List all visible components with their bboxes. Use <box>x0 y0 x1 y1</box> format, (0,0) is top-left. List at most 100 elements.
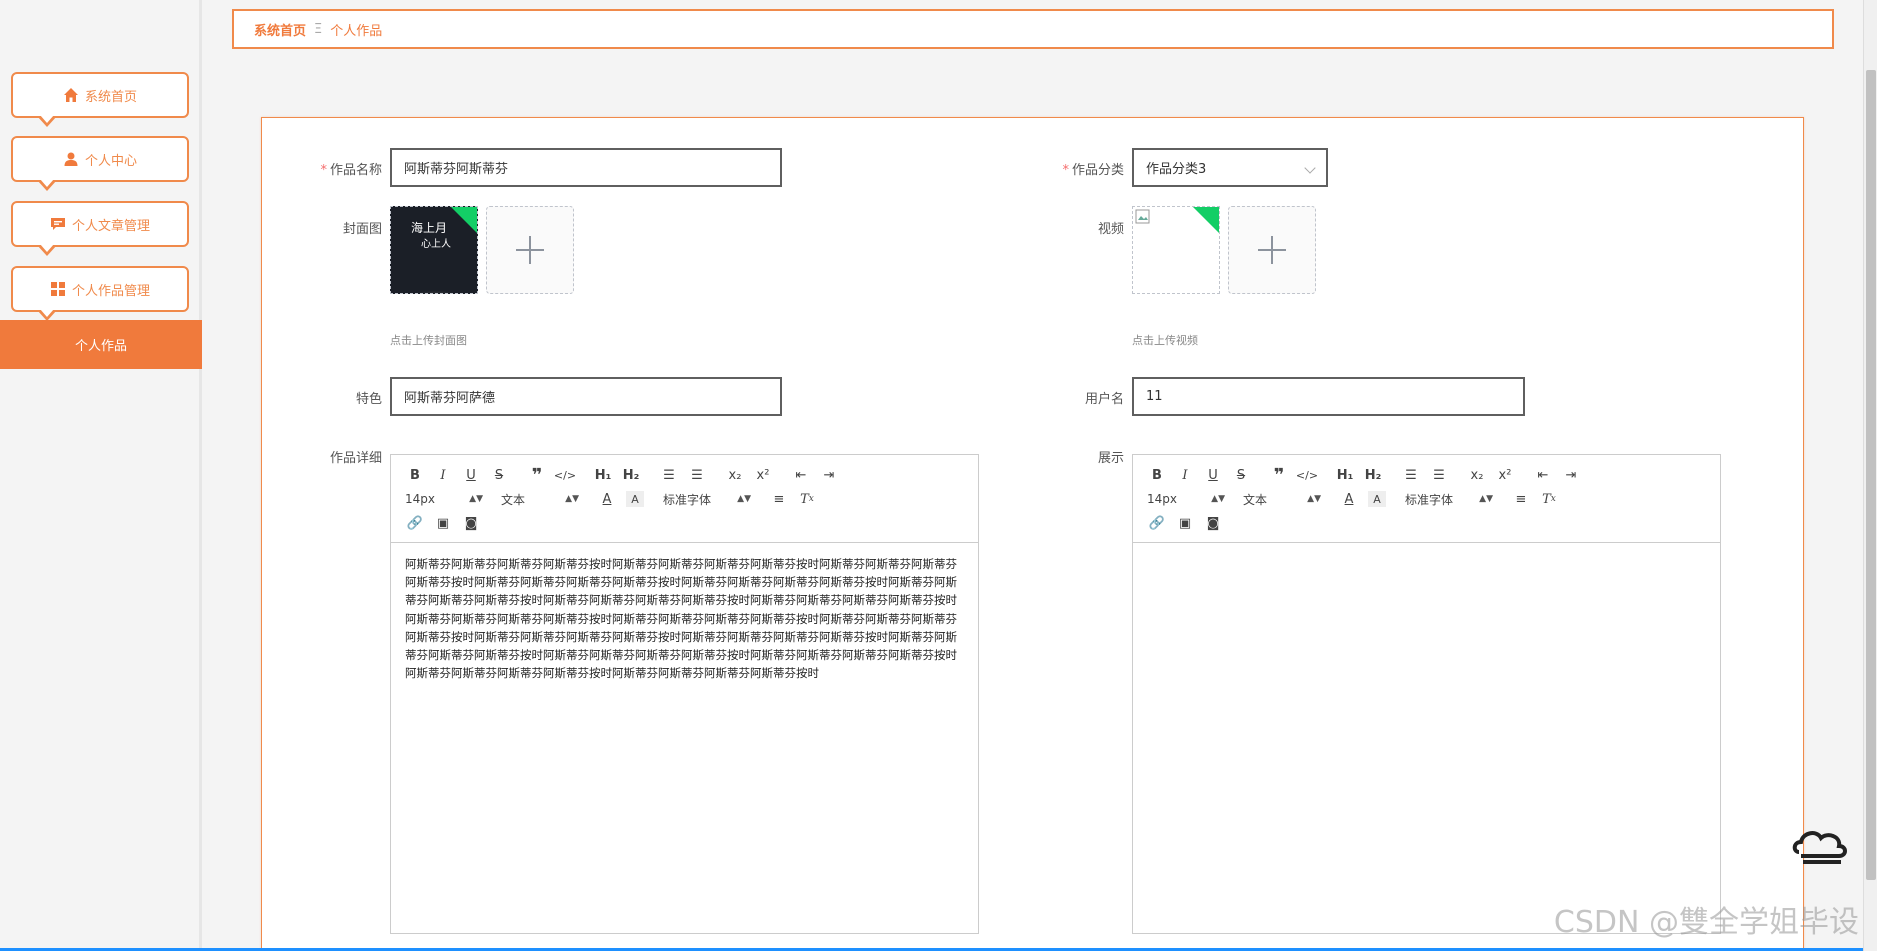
quote-icon[interactable]: ❞ <box>523 463 551 487</box>
header-select[interactable]: 文本 ▲▼ <box>497 491 583 508</box>
success-badge <box>451 207 477 233</box>
category-label: * 作品分类 <box>1062 163 1124 178</box>
quote-icon[interactable]: ❞ <box>1265 463 1293 487</box>
bullet-list-icon[interactable]: ☰ <box>683 463 711 487</box>
header-select[interactable]: 文本 ▲▼ <box>1239 491 1325 508</box>
strike-button[interactable]: S <box>1227 463 1255 487</box>
detail-editor[interactable]: B I U S ❞ </> H₁ H₂ ☰ ☰ x₂ x² ⇤ ⇥ 14px ▲… <box>390 454 979 934</box>
editor-toolbar: B I U S ❞ </> H₁ H₂ ☰ ☰ x₂ x² ⇤ ⇥ 14px ▲… <box>1133 455 1720 543</box>
cover-thumbnail[interactable]: 海上月 心上人 <box>390 206 478 294</box>
ordered-list-icon[interactable]: ☰ <box>655 463 683 487</box>
updown-icon: ▲▼ <box>1211 494 1225 504</box>
cover-label: 封面图 <box>342 222 382 237</box>
video-upload-button[interactable] <box>1228 206 1316 294</box>
username-input[interactable]: 11 <box>1132 377 1525 416</box>
chat-icon <box>50 218 65 230</box>
sidebar-item-label: 个人中心 <box>84 153 137 169</box>
cover-subtitle: 心上人 <box>421 239 451 250</box>
sidebar-item-home[interactable]: 系统首页 <box>11 72 189 127</box>
video-thumbnail[interactable] <box>1132 206 1220 294</box>
plus-icon <box>516 236 544 264</box>
display-label: 展示 <box>1097 451 1124 466</box>
superscript-button[interactable]: x² <box>1491 463 1519 487</box>
detail-editor-content[interactable]: 阿斯蒂芬阿斯蒂芬阿斯蒂芬阿斯蒂芬按时阿斯蒂芬阿斯蒂芬阿斯蒂芬阿斯蒂芬按时阿斯蒂芬… <box>391 543 978 933</box>
watermark: CSDN @雙全学姐毕设 <box>1553 905 1859 940</box>
name-label: * 作品名称 <box>320 163 382 178</box>
success-badge <box>1193 207 1219 233</box>
bullet-list-icon[interactable]: ☰ <box>1425 463 1453 487</box>
username-label: 用户名 <box>1084 392 1124 407</box>
home-icon <box>63 88 78 102</box>
video-upload-tip: 点击上传视频 <box>1132 334 1198 347</box>
editor-toolbar: B I U S ❞ </> H₁ H₂ ☰ ☰ x₂ x² ⇤ ⇥ 14px ▲… <box>391 455 978 543</box>
grid-icon <box>50 282 65 296</box>
align-icon[interactable]: ≡ <box>1507 487 1535 511</box>
font-family-select[interactable]: 标准字体 ▲▼ <box>659 491 755 508</box>
cloud-icon[interactable] <box>1791 822 1851 868</box>
font-color-icon[interactable]: A <box>1335 487 1363 511</box>
sidebar-item-label: 个人文章管理 <box>71 218 150 234</box>
link-icon[interactable]: 🔗 <box>1143 511 1171 535</box>
subscript-button[interactable]: x₂ <box>1463 463 1491 487</box>
sidebar-item-works[interactable]: 个人作品管理 <box>11 266 189 321</box>
background-color-icon[interactable]: A <box>1368 491 1386 507</box>
category-select[interactable]: 作品分类3 <box>1132 148 1328 187</box>
breadcrumb-current: 个人作品 <box>330 23 383 39</box>
updown-icon: ▲▼ <box>1307 494 1321 504</box>
superscript-button[interactable]: x² <box>749 463 777 487</box>
sidebar-item-articles[interactable]: 个人文章管理 <box>11 201 189 256</box>
outdent-icon[interactable]: ⇤ <box>787 463 815 487</box>
code-icon[interactable]: </> <box>1293 463 1321 487</box>
updown-icon: ▲▼ <box>737 494 751 504</box>
page-scrollbar[interactable] <box>1863 0 1877 951</box>
feature-label: 特色 <box>355 392 382 407</box>
bold-button[interactable]: B <box>401 463 429 487</box>
underline-button[interactable]: U <box>457 463 485 487</box>
h2-button[interactable]: H₂ <box>1359 463 1387 487</box>
sidebar-item-profile[interactable]: 个人中心 <box>11 136 189 191</box>
cover-upload-tip: 点击上传封面图 <box>390 334 467 347</box>
italic-button[interactable]: I <box>1171 463 1199 487</box>
bold-button[interactable]: B <box>1143 463 1171 487</box>
sidebar: 系统首页 个人中心 个人文章管理 个人作品管理 个人作品 <box>0 0 202 951</box>
underline-button[interactable]: U <box>1199 463 1227 487</box>
subscript-button[interactable]: x₂ <box>721 463 749 487</box>
image-icon[interactable]: ▣ <box>1171 511 1199 535</box>
display-editor-content[interactable] <box>1133 543 1720 933</box>
background-color-icon[interactable]: A <box>626 491 644 507</box>
form-panel: * 作品名称 阿斯蒂芬阿斯蒂芬 * 作品分类 作品分类3 封面图 海上月 心上人 点… <box>261 117 1804 951</box>
sidebar-item-my-works[interactable]: 个人作品 <box>0 320 202 369</box>
link-icon[interactable]: 🔗 <box>401 511 429 535</box>
detail-label: 作品详细 <box>329 451 382 466</box>
indent-icon[interactable]: ⇥ <box>1557 463 1585 487</box>
broken-image-icon <box>1135 209 1150 224</box>
clear-format-icon[interactable]: Tx <box>793 487 821 511</box>
clear-format-icon[interactable]: Tx <box>1535 487 1563 511</box>
h1-button[interactable]: H₁ <box>589 463 617 487</box>
feature-input[interactable]: 阿斯蒂芬阿萨德 <box>390 377 782 416</box>
cover-title: 海上月 <box>411 221 448 235</box>
breadcrumb-home[interactable]: 系统首页 <box>254 20 306 39</box>
video-icon[interactable]: ◙ <box>1199 511 1227 535</box>
indent-icon[interactable]: ⇥ <box>815 463 843 487</box>
h2-button[interactable]: H₂ <box>617 463 645 487</box>
image-icon[interactable]: ▣ <box>429 511 457 535</box>
font-size-select[interactable]: 14px ▲▼ <box>1143 492 1229 506</box>
italic-button[interactable]: I <box>429 463 457 487</box>
name-input[interactable]: 阿斯蒂芬阿斯蒂芬 <box>390 148 782 187</box>
video-icon[interactable]: ◙ <box>457 511 485 535</box>
font-family-select[interactable]: 标准字体 ▲▼ <box>1401 491 1497 508</box>
align-icon[interactable]: ≡ <box>765 487 793 511</box>
code-icon[interactable]: </> <box>551 463 579 487</box>
ordered-list-icon[interactable]: ☰ <box>1397 463 1425 487</box>
font-color-icon[interactable]: A <box>593 487 621 511</box>
video-label: 视频 <box>1097 222 1124 237</box>
outdent-icon[interactable]: ⇤ <box>1529 463 1557 487</box>
updown-icon: ▲▼ <box>565 494 579 504</box>
h1-button[interactable]: H₁ <box>1331 463 1359 487</box>
scrollbar-thumb[interactable] <box>1866 70 1876 880</box>
display-editor[interactable]: B I U S ❞ </> H₁ H₂ ☰ ☰ x₂ x² ⇤ ⇥ 14px ▲… <box>1132 454 1721 934</box>
strike-button[interactable]: S <box>485 463 513 487</box>
cover-upload-button[interactable] <box>486 206 574 294</box>
font-size-select[interactable]: 14px ▲▼ <box>401 492 487 506</box>
